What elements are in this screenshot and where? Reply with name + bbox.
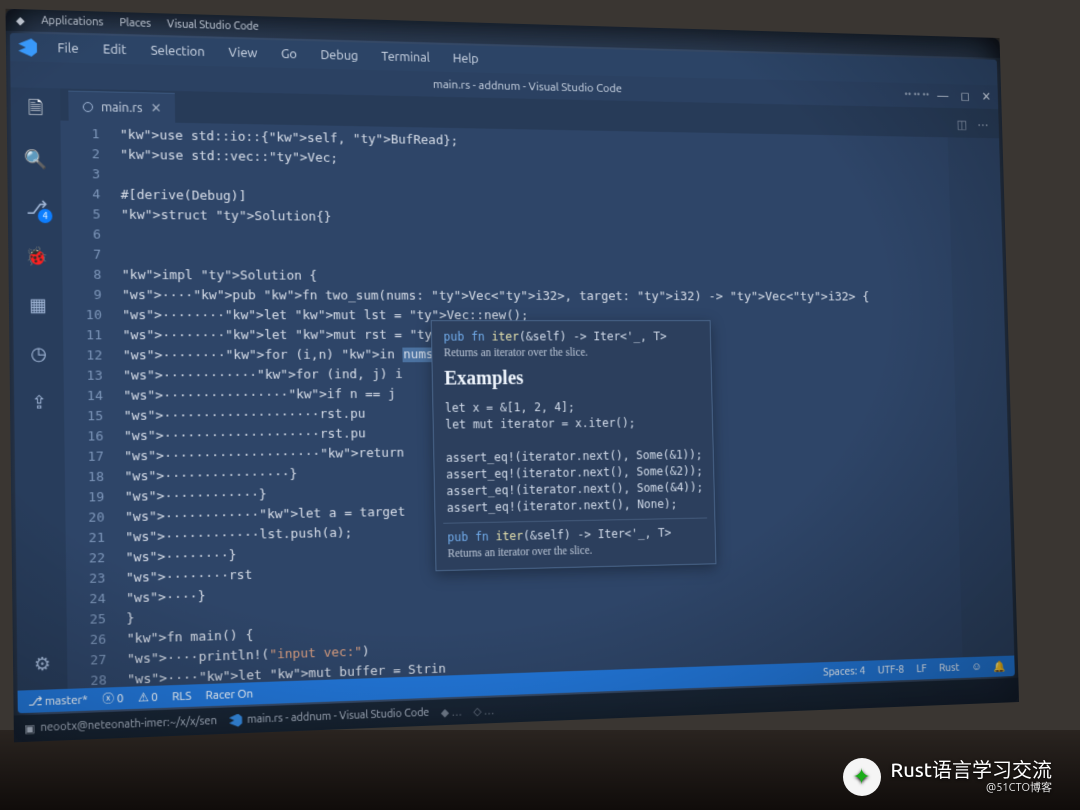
taskbar-vscode[interactable]: main.rs - addnum - Visual Studio Code: [229, 706, 429, 727]
status-encoding[interactable]: UTF-8: [877, 663, 904, 677]
scm-icon[interactable]: ⎇4: [23, 195, 50, 222]
status-lang[interactable]: Rust: [939, 661, 960, 675]
more-actions-icon[interactable]: ⋯: [977, 119, 989, 133]
gnome-applications[interactable]: Applications: [41, 15, 103, 29]
vscode-window: File Edit Selection View Go Debug Termin…: [10, 33, 1015, 713]
menu-go[interactable]: Go: [271, 44, 307, 65]
status-errors[interactable]: ⓧ 0: [102, 690, 123, 707]
menu-terminal[interactable]: Terminal: [372, 47, 440, 68]
menu-edit[interactable]: Edit: [93, 39, 137, 60]
explorer-icon[interactable]: 🗎: [22, 98, 49, 125]
tab-close-icon[interactable]: ✕: [150, 100, 161, 115]
hover-examples-heading: Examples: [444, 364, 700, 393]
window-title: main.rs - addnum - Visual Studio Code: [433, 78, 622, 95]
watermark-title: Rust语言学习交流: [891, 758, 1052, 782]
status-racer[interactable]: Racer On: [206, 687, 254, 702]
activity-bar: 🗎 🔍 ⎇4 🐞 ▦ ◷ ⇪ ⚙: [11, 87, 68, 690]
status-spaces[interactable]: Spaces: 4: [823, 665, 865, 680]
hover-example: let x = &[1, 2, 4]; let mut iterator = x…: [445, 398, 704, 517]
rust-file-icon: [83, 101, 93, 111]
remote-icon[interactable]: ◷: [25, 340, 52, 366]
taskbar-app-2[interactable]: ◇ …: [473, 704, 494, 718]
line-numbers: 1234567891011121314151617181920212223242…: [60, 121, 119, 689]
status-warnings[interactable]: ⚠ 0: [138, 690, 158, 705]
watermark-sub: @51CTO博客: [891, 782, 1052, 795]
menu-file[interactable]: File: [47, 38, 89, 59]
live-share-icon[interactable]: ⇪: [25, 389, 52, 416]
gnome-places[interactable]: Places: [120, 17, 152, 30]
status-branch[interactable]: ⎇ master*: [28, 692, 88, 709]
status-eol[interactable]: LF: [916, 662, 927, 676]
window-maximize-icon[interactable]: ◻: [960, 89, 970, 103]
vscode-logo-icon: [18, 38, 37, 57]
taskbar-terminal[interactable]: ▣ neootx@neteonath-imer:~/x/x/sen: [24, 714, 217, 735]
status-bell-icon[interactable]: 🔔: [993, 660, 1006, 674]
hover-signature: pub fn iter(&self) -> Iter<'_, T>: [443, 329, 699, 346]
wechat-icon: ✦: [843, 758, 881, 796]
tab-label: main.rs: [101, 100, 142, 115]
extensions-icon[interactable]: ▦: [24, 292, 51, 318]
hover-tooltip: pub fn iter(&self) -> Iter<'_, T> Return…: [431, 320, 717, 571]
scm-badge: 4: [38, 209, 53, 223]
gnome-active-app[interactable]: Visual Studio Code: [167, 18, 259, 32]
menu-selection[interactable]: Selection: [140, 40, 214, 62]
window-close-icon[interactable]: ✕: [982, 90, 992, 104]
settings-gear-icon[interactable]: ⚙: [29, 650, 56, 678]
tab-main-rs[interactable]: main.rs ✕: [68, 91, 175, 123]
status-rls[interactable]: RLS: [172, 689, 192, 703]
hover-doc: Returns an iterator over the slice.: [444, 347, 700, 359]
search-icon[interactable]: 🔍: [23, 146, 50, 173]
menu-debug[interactable]: Debug: [311, 45, 369, 66]
taskbar-app[interactable]: ◆ …: [441, 705, 462, 719]
editor[interactable]: 1234567891011121314151617181920212223242…: [60, 121, 1014, 689]
window-minimize-icon[interactable]: —: [937, 89, 949, 103]
split-editor-icon[interactable]: ◫: [956, 118, 967, 132]
menu-help[interactable]: Help: [443, 49, 488, 69]
menu-view[interactable]: View: [219, 43, 268, 64]
watermark: ✦ Rust语言学习交流 @51CTO博客: [843, 758, 1052, 796]
debug-icon[interactable]: 🐞: [24, 243, 51, 269]
status-feedback-icon[interactable]: ☺: [971, 660, 982, 673]
